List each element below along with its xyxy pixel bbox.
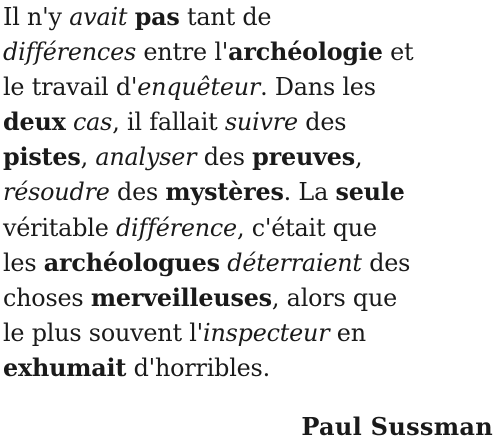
italic-word: avait: [69, 3, 128, 31]
italic-word: différence: [115, 213, 237, 242]
bold-word: pas: [134, 3, 180, 31]
text-run: d'horribles.: [126, 353, 271, 382]
bold-word: deux: [3, 108, 66, 137]
bold-word: pistes: [3, 143, 81, 172]
text-run: des: [361, 248, 411, 277]
text-run: , alors que: [271, 283, 398, 312]
text-run: des: [297, 108, 347, 137]
italic-word: résoudre: [3, 178, 110, 207]
quote-line: véritable différence, c'était que: [3, 211, 496, 246]
text-run: ,: [354, 143, 363, 172]
text-run: les: [3, 248, 44, 277]
text-run: le travail d': [3, 73, 138, 102]
bold-word: archéologie: [228, 38, 383, 67]
bold-word: exhumait: [3, 353, 127, 382]
quote-line: le travail d'enquêteur. Dans les: [3, 70, 496, 105]
text-run: [127, 3, 134, 31]
italic-word: différences: [3, 38, 137, 67]
italic-word: cas: [72, 108, 113, 137]
quote-line: le plus souvent l'inspecteur en: [3, 316, 496, 351]
text-run: et: [382, 38, 414, 67]
quote-line: Il n'y avait pas tant de: [3, 0, 496, 35]
bold-word: merveilleuses: [90, 283, 272, 312]
text-run: , c'était que: [236, 213, 377, 242]
bold-word: mystères: [165, 178, 284, 207]
italic-word: analyser: [95, 143, 197, 172]
quote-line: résoudre des mystères. La seule: [3, 175, 496, 210]
quote-line: choses merveilleuses, alors que: [3, 281, 496, 316]
text-run: choses: [3, 283, 91, 312]
text-run: des: [196, 143, 253, 172]
text-run: Il n'y: [3, 3, 70, 31]
text-run: . Dans les: [260, 73, 376, 102]
quote-author: Paul Sussman: [301, 412, 493, 441]
quote-line: différences entre l'archéologie et: [3, 35, 496, 70]
text-run: le plus souvent l': [3, 318, 204, 347]
text-run: [66, 108, 73, 136]
italic-word: inspecteur: [203, 318, 330, 347]
italic-word: suivre: [224, 108, 298, 137]
text-run: ,: [80, 143, 96, 172]
text-run: . La: [283, 178, 336, 207]
italic-word: déterraient: [227, 248, 362, 277]
quote-text: Il n'y avait pas tant de différences entr…: [3, 0, 496, 386]
quote-line: les archéologues déterraient des: [3, 246, 496, 281]
text-run: , il fallait: [112, 108, 225, 137]
quote-line: pistes, analyser des preuves,: [3, 140, 496, 175]
text-run: des: [109, 178, 166, 207]
text-run: entre l': [136, 38, 229, 67]
text-run: véritable: [3, 213, 116, 242]
quote-line: exhumait d'horribles.: [3, 351, 496, 386]
text-run: en: [329, 318, 366, 347]
bold-word: preuves: [252, 143, 355, 172]
italic-word: enquêteur: [137, 73, 261, 102]
text-run: tant de: [179, 3, 272, 31]
quote-line: deux cas, il fallait suivre des: [3, 105, 496, 140]
bold-word: seule: [335, 178, 405, 207]
bold-word: archéologues: [43, 248, 220, 277]
